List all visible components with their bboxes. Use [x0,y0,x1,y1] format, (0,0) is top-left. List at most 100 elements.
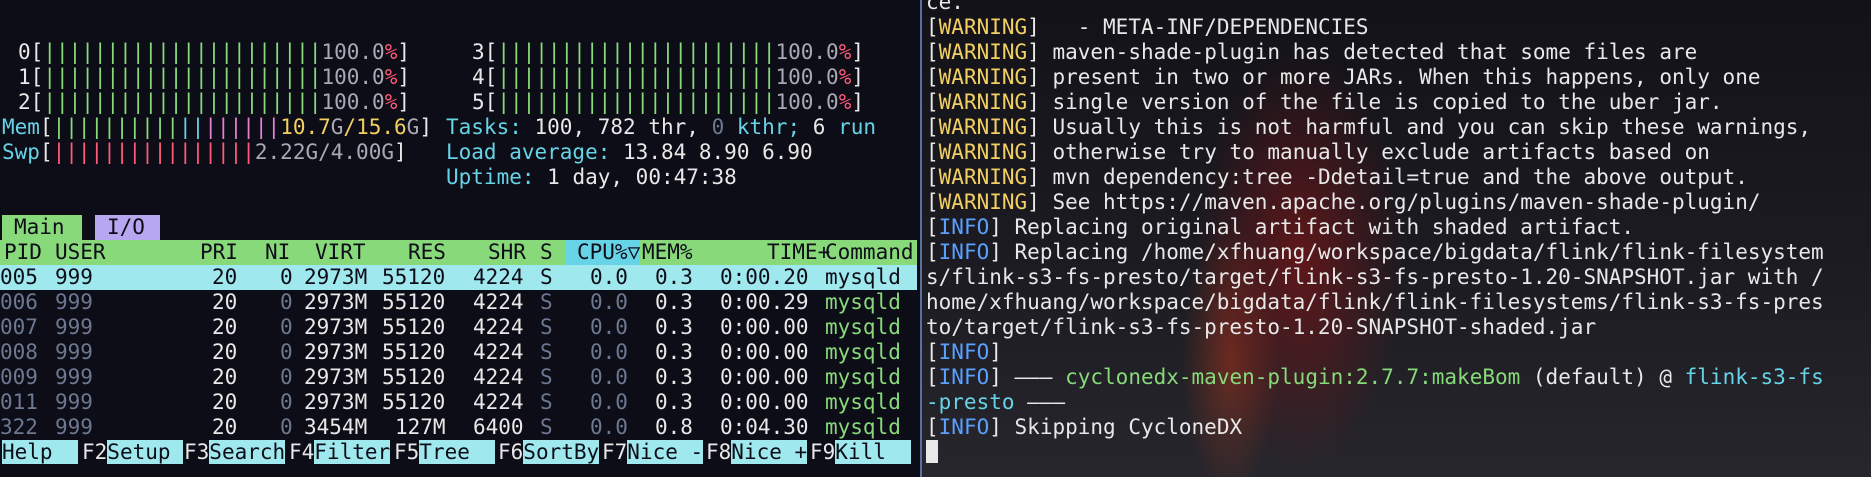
time: 0:00.20 [720,265,809,289]
state: S [540,415,553,439]
ni: 0 [280,390,293,414]
mem: 0.3 [655,290,693,314]
pid: 011 [0,390,38,414]
terminal-line: to/target/flink-s3-fs-presto-1.20-SNAPSH… [926,315,1597,339]
pri: 20 [212,365,238,389]
col-cpu[interactable]: CPU%▽ [577,240,640,265]
shr: 4224 [473,340,524,364]
time: 0:00.29 [720,290,809,314]
terminal-cursor [926,440,938,463]
process-row[interactable]: 007 999 20 0 2973M 55120 4224 S 0.0 0.3 … [0,315,917,340]
mem-meter: Mem[||||||||||||||||||10.7G/15.6G] [2,115,432,139]
terminal-line: [WARNING] otherwise try to manually excl… [926,140,1710,164]
cpu: 0.0 [590,265,628,289]
state: S [540,290,553,314]
virt: 2973M [304,290,368,314]
virt: 2973M [304,315,368,339]
res: 127M [395,415,446,439]
process-row[interactable]: 009 999 20 0 2973M 55120 4224 S 0.0 0.3 … [0,365,917,390]
cpu: 0.0 [590,340,628,364]
res: 55120 [382,340,446,364]
tasks-info: Tasks: 100, 782 thr, 0 kthr; 6 run [446,115,876,139]
terminal-line: [WARNING] See https://maven.apache.org/p… [926,190,1761,214]
ni: 0 [280,315,293,339]
virt: 3454M [304,415,368,439]
fkey-setup[interactable]: F2Setup [82,440,184,465]
col-virt[interactable]: VIRT [315,240,366,265]
col-pri[interactable]: PRI [200,240,238,265]
mem: 0.8 [655,415,693,439]
terminal-line: [INFO] [926,340,1002,364]
load-average: Load average: 13.84 8.90 6.90 [446,140,813,164]
terminal-line: [WARNING] present in two or more JARs. W… [926,65,1761,89]
pid: 007 [0,315,38,339]
fkey-sortby[interactable]: F6SortBy [498,440,600,465]
res: 55120 [382,365,446,389]
process-row[interactable]: 005 999 20 0 2973M 55120 4224 S 0.0 0.3 … [0,265,917,290]
ni: 0 [280,340,293,364]
tab-io[interactable]: I/O [95,215,160,240]
shr: 6400 [473,415,524,439]
fkey-nice-minus[interactable]: F7Nice - [602,440,704,465]
process-row[interactable]: 008 999 20 0 2973M 55120 4224 S 0.0 0.3 … [0,340,917,365]
shr: 4224 [473,290,524,314]
terminal-line: [INFO] ——— cyclonedx-maven-plugin:2.7.7:… [926,365,1824,389]
pri: 20 [212,265,238,289]
state: S [540,340,553,364]
col-user[interactable]: USER [55,240,106,265]
time: 0:04.30 [720,415,809,439]
process-row[interactable]: 006 999 20 0 2973M 55120 4224 S 0.0 0.3 … [0,290,917,315]
res: 55120 [382,290,446,314]
tab-main[interactable]: Main [2,215,82,240]
ni: 0 [280,265,293,289]
fkey-tree[interactable]: F5Tree [394,440,496,465]
col-command[interactable]: Command [825,240,914,265]
shr: 4224 [473,265,524,289]
col-time[interactable]: TIME+ [767,240,830,265]
virt: 2973M [304,340,368,364]
process-row[interactable]: 011 999 20 0 2973M 55120 4224 S 0.0 0.3 … [0,390,917,415]
col-mem[interactable]: MEM% [642,240,693,265]
pri: 20 [212,290,238,314]
state: S [540,265,553,289]
fkey-kill[interactable]: F9Kill [810,440,912,465]
terminal-line: [WARNING] single version of the file is … [926,90,1723,114]
virt: 2973M [304,265,368,289]
shr: 4224 [473,315,524,339]
pid: 009 [0,365,38,389]
col-res[interactable]: RES [408,240,446,265]
col-pid[interactable]: PID [4,240,42,265]
terminal-line: [WARNING] mvn dependency:tree -Ddetail=t… [926,165,1748,189]
user: 999 [55,290,93,314]
command: mysqld [825,315,901,339]
fkey-filter[interactable]: F4Filter [289,440,391,465]
user: 999 [55,315,93,339]
pri: 20 [212,415,238,439]
cpu-meter-2: 2[||||||||||||||||||||||100.0%] [18,90,410,114]
time: 0:00.00 [720,365,809,389]
command: mysqld [825,265,901,289]
col-ni[interactable]: NI [265,240,290,265]
fkey-help[interactable]: Help [2,440,78,465]
col-state[interactable]: S [540,240,553,265]
time: 0:00.00 [720,315,809,339]
maven-terminal-pane[interactable]: ce. [WARNING] - META-INF/DEPENDENCIES [W… [922,0,1871,477]
fkey-nice-plus[interactable]: F8Nice + [706,440,808,465]
terminal-line: s/flink-s3-fs-presto/target/flink-s3-fs-… [926,265,1824,289]
state: S [540,390,553,414]
col-shr[interactable]: SHR [488,240,526,265]
command: mysqld [825,365,901,389]
mem: 0.3 [655,390,693,414]
cpu-meter-4: 4[||||||||||||||||||||||100.0%] [472,65,864,89]
uptime: Uptime: 1 day, 00:47:38 [446,165,737,189]
htop-pane: 0[||||||||||||||||||||||100.0%] 1[||||||… [0,0,920,477]
terminal-line: [WARNING] maven-shade-plugin has detecte… [926,40,1698,64]
cpu: 0.0 [590,415,628,439]
user: 999 [55,265,93,289]
mem: 0.3 [655,315,693,339]
cpu-meter-1: 1[||||||||||||||||||||||100.0%] [18,65,410,89]
fkey-search[interactable]: F3Search [184,440,286,465]
process-row[interactable]: 322 999 20 0 3454M 127M 6400 S 0.0 0.8 0… [0,415,917,440]
cpu: 0.0 [590,290,628,314]
terminal-line: [INFO] Replacing /home/xfhuang/workspace… [926,240,1824,264]
